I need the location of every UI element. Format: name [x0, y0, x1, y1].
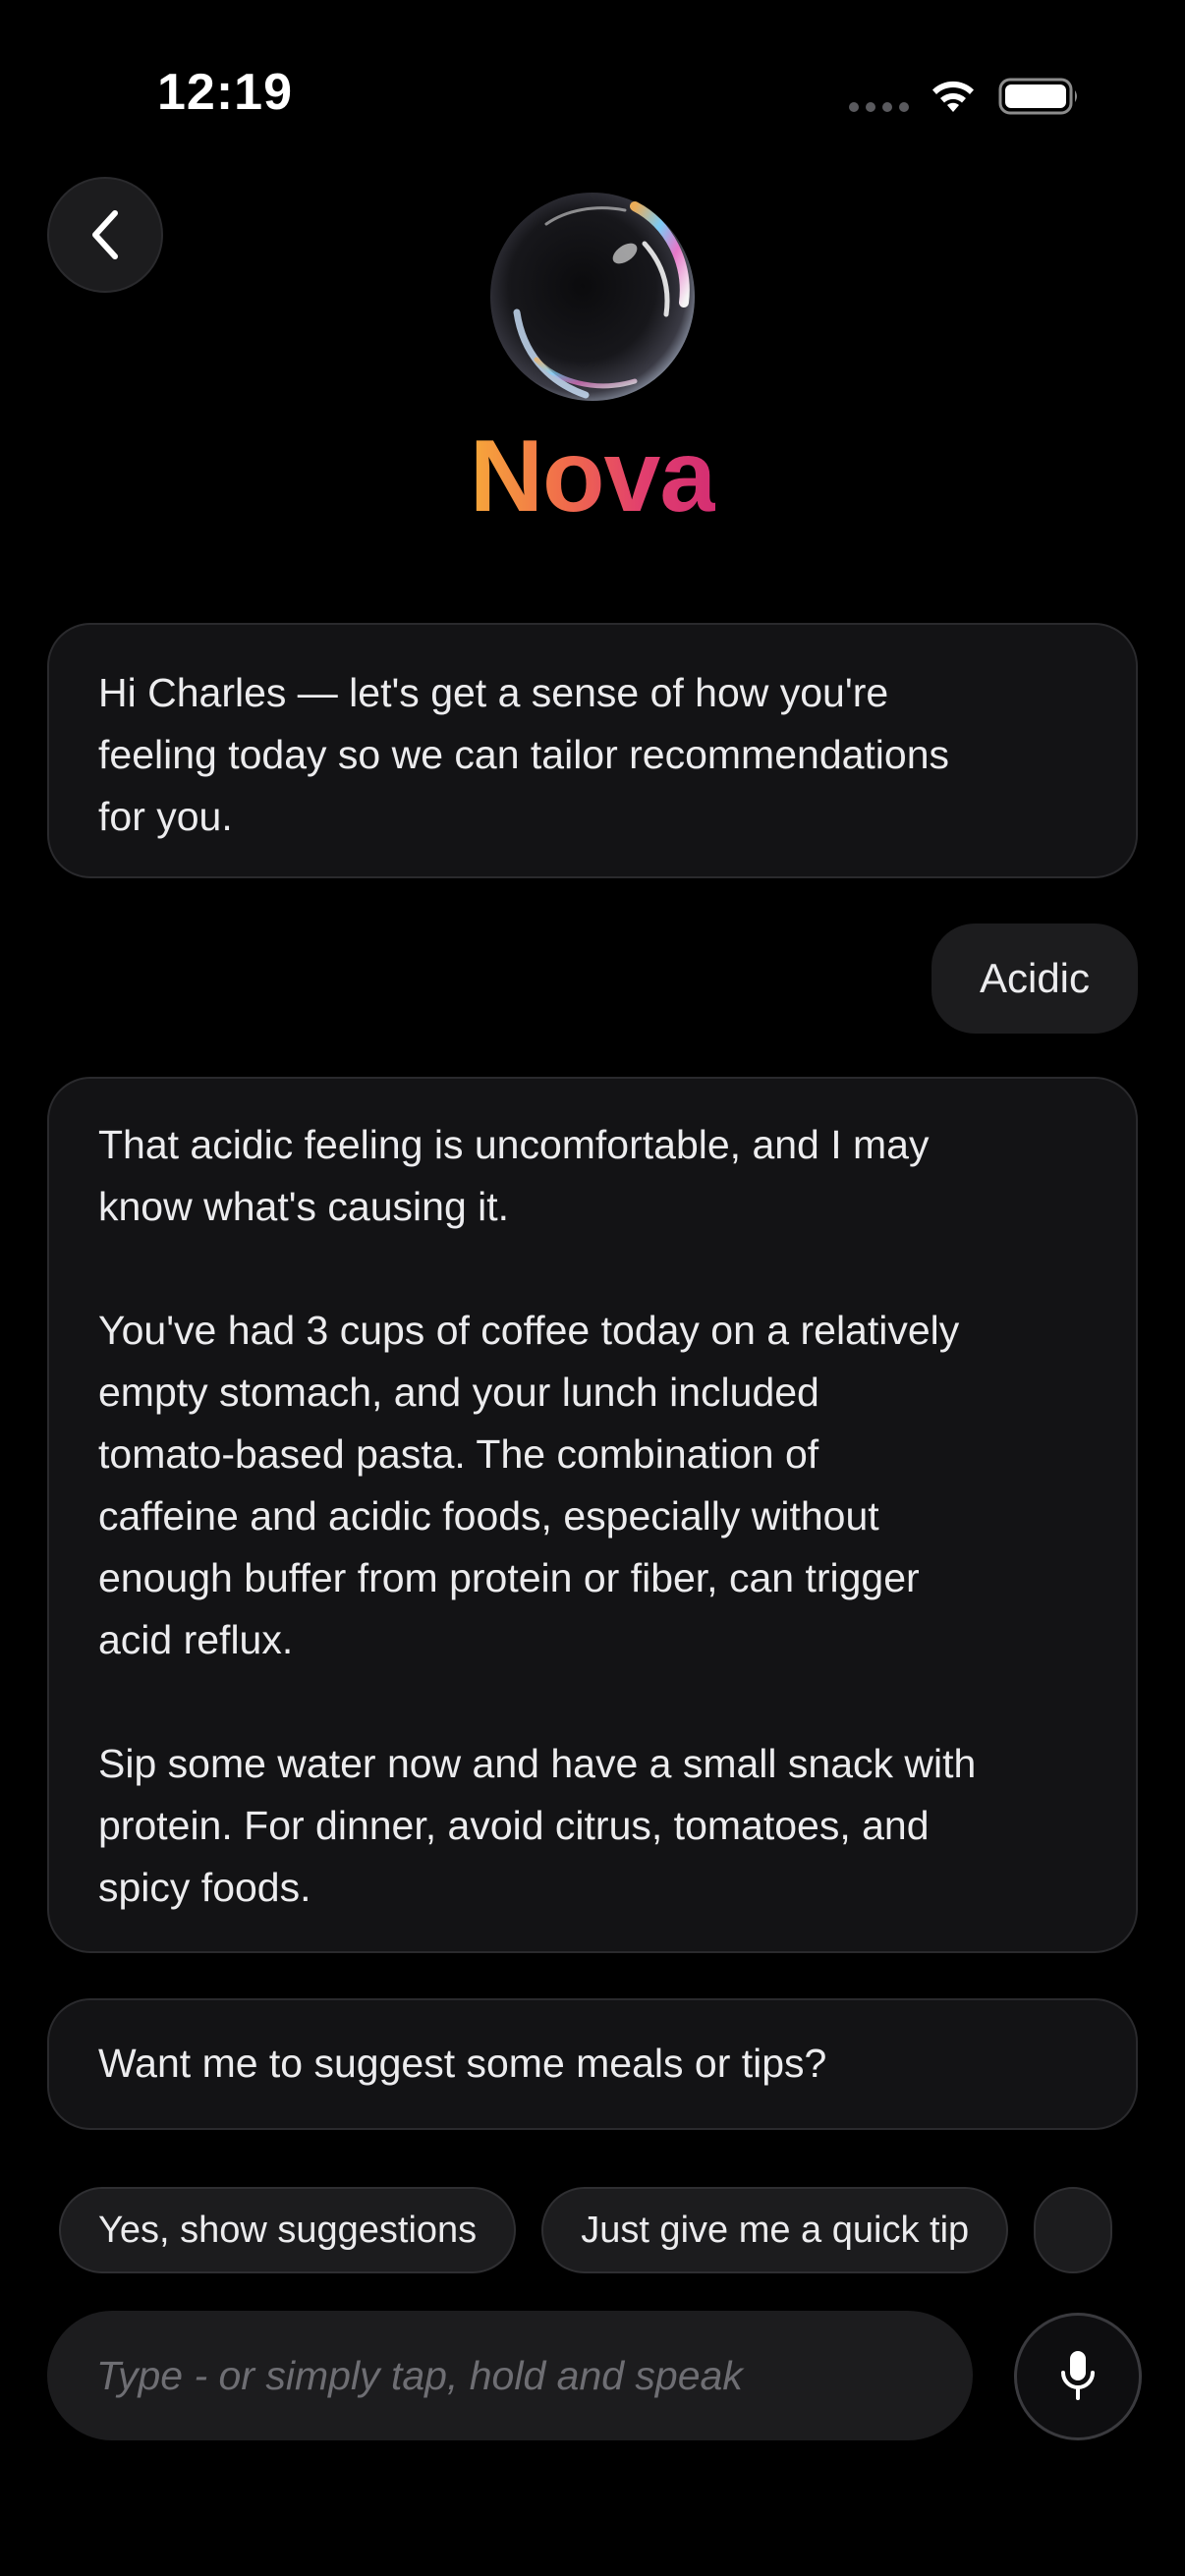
suggestion-chip-show-suggestions[interactable]: Yes, show suggestions [59, 2187, 517, 2273]
signal-dots-icon [849, 102, 909, 112]
suggestion-chip-more[interactable] [1034, 2187, 1113, 2273]
suggestion-chip-quick-tip[interactable]: Just give me a quick tip [541, 2187, 1009, 2273]
assistant-message: Want me to suggest some meals or tips? [47, 1998, 1138, 2130]
suggestion-chips: Yes, show suggestions Just give me a qui… [59, 2187, 1185, 2275]
status-time: 12:19 [157, 64, 293, 121]
message-composer [47, 2311, 973, 2440]
microphone-icon [1061, 2351, 1095, 2400]
assistant-name: Nova [469, 420, 716, 533]
wifi-icon [932, 81, 974, 112]
battery-icon [998, 78, 1077, 115]
assistant-message: Hi Charles — let's get a sense of how yo… [47, 623, 1138, 878]
status-bar: 12:19 [0, 0, 1185, 196]
avatar [490, 193, 695, 401]
back-button[interactable] [47, 177, 163, 293]
chevron-left-icon [92, 210, 118, 259]
assistant-message: That acidic feeling is uncomfortable, an… [47, 1077, 1138, 1953]
message-input[interactable] [47, 2311, 973, 2440]
mic-button[interactable] [1014, 2313, 1142, 2440]
user-message: Acidic [931, 924, 1138, 1034]
